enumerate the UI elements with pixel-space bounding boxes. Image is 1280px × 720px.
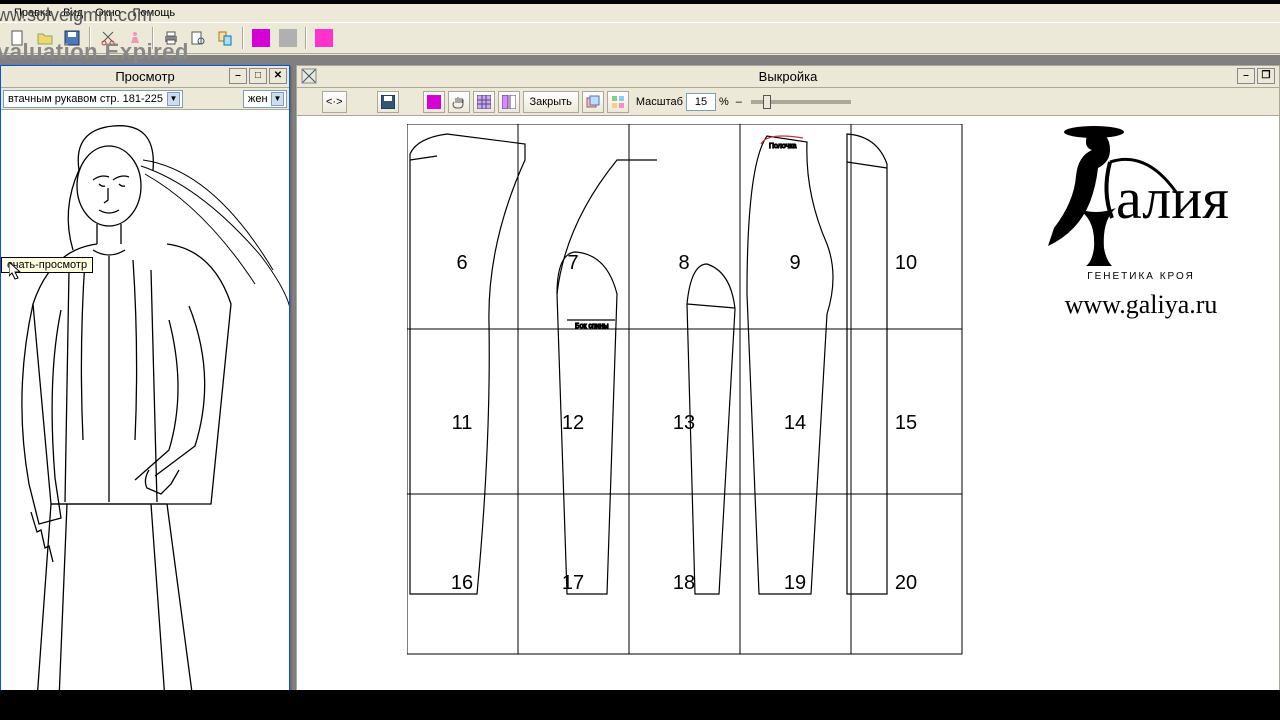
pattern-min-button[interactable]: –: [1237, 68, 1255, 84]
page-num: 18: [673, 572, 695, 594]
page-num: 15: [895, 412, 917, 434]
watermark-url: ww.solveigmm.com: [0, 5, 152, 26]
brand-url: www.galiya.ru: [1011, 290, 1271, 320]
page-num: 20: [895, 572, 917, 594]
model-select[interactable]: втачным рукавом стр. 181-225 ▼: [3, 90, 183, 108]
watermark-eval: valuation Expired: [0, 39, 189, 65]
main-toolbar: [0, 22, 1280, 54]
pattern-window: Выкройка – ❐ <·> Закрыть Масштаб 15 % –: [296, 65, 1280, 700]
preview-titlebar[interactable]: Просмотр – □ ✕: [1, 66, 289, 88]
brand-block: алия ГЕНЕТИКА КРОЯ www.galiya.ru: [1011, 118, 1271, 320]
svg-text:алия: алия: [1116, 166, 1229, 231]
preview-max-button[interactable]: □: [249, 68, 267, 84]
page-num: 19: [784, 572, 806, 594]
preview-canvas: ечать-просмотр: [1, 110, 289, 696]
pattern-title: Выкройка: [297, 69, 1279, 84]
page-num: 10: [895, 252, 917, 274]
pattern-titlebar[interactable]: Выкройка – ❐: [297, 66, 1279, 88]
scale-pct: %: [719, 96, 729, 108]
toolbar-layers-icon[interactable]: [582, 91, 604, 113]
pattern-canvas[interactable]: алия ГЕНЕТИКА КРОЯ www.galiya.ru: [297, 116, 1279, 699]
svg-text:Полочка: Полочка: [769, 143, 797, 150]
menu-bar: Правка Вид Окно Помощь: [0, 4, 1280, 22]
preview-toolbar: втачным рукавом стр. 181-225 ▼ жен ▼: [1, 88, 289, 110]
page-num: 8: [678, 252, 689, 274]
preview-window: Просмотр – □ ✕ втачным рукавом стр. 181-…: [0, 65, 290, 697]
gender-select-value: жен: [248, 93, 268, 105]
preview-close-button[interactable]: ✕: [269, 68, 287, 84]
toolbar-preview-icon[interactable]: [186, 26, 210, 50]
toolbar-nav-button[interactable]: <·>: [322, 91, 347, 113]
slider-minus[interactable]: –: [736, 96, 742, 108]
page-num: 16: [451, 572, 473, 594]
toolbar-hand-icon[interactable]: [448, 91, 470, 113]
toolbar-color-pink-icon[interactable]: [312, 26, 336, 50]
pattern-restore-button[interactable]: ❐: [1257, 68, 1275, 84]
toolbar-fill-magenta-icon[interactable]: [423, 91, 445, 113]
scale-label: Масштаб: [636, 96, 683, 108]
gender-select[interactable]: жен ▼: [243, 90, 287, 108]
toolbar-color-magenta-icon[interactable]: [249, 26, 273, 50]
toolbar-color-gray-icon[interactable]: [276, 26, 300, 50]
scale-input[interactable]: 15: [686, 93, 716, 111]
close-pattern-button[interactable]: Закрыть: [523, 91, 579, 113]
svg-text:Бок спины: Бок спины: [575, 323, 609, 330]
fashion-figure-sketch: [1, 110, 289, 696]
page-num: 14: [784, 412, 806, 434]
toolbar-export-icon[interactable]: [213, 26, 237, 50]
page-num: 13: [673, 412, 695, 434]
toolbar-grid-icon[interactable]: [473, 91, 495, 113]
page-num: 6: [456, 252, 467, 274]
page-num: 11: [452, 412, 473, 434]
dropdown-arrow-icon: ▼: [271, 92, 284, 106]
page-num: 7: [567, 252, 578, 274]
page-num: 9: [789, 252, 800, 274]
pattern-toolbar: <·> Закрыть Масштаб 15 % –: [297, 88, 1279, 116]
model-select-value: втачным рукавом стр. 181-225: [8, 93, 163, 105]
dropdown-arrow-icon: ▼: [167, 92, 180, 106]
toolbar-split-icon[interactable]: [498, 91, 520, 113]
toolbar-save-pattern-icon[interactable]: [377, 91, 399, 113]
pattern-app-icon: [301, 68, 317, 84]
cursor-icon: [9, 262, 25, 282]
pattern-layout: 6 7 8 9 10 11 12 13 14 15 16 17 18 19 20: [407, 124, 967, 664]
page-num: 12: [562, 412, 584, 434]
brand-logo-icon: алия: [1046, 118, 1236, 268]
scale-slider[interactable]: [751, 100, 851, 104]
page-num: 17: [562, 572, 584, 594]
slider-thumb[interactable]: [763, 95, 771, 109]
mdi-area: Просмотр – □ ✕ втачным рукавом стр. 181-…: [0, 55, 1280, 690]
toolbar-arrange-icon[interactable]: [607, 91, 629, 113]
preview-min-button[interactable]: –: [229, 68, 247, 84]
brand-subtitle: ГЕНЕТИКА КРОЯ: [1011, 271, 1271, 282]
